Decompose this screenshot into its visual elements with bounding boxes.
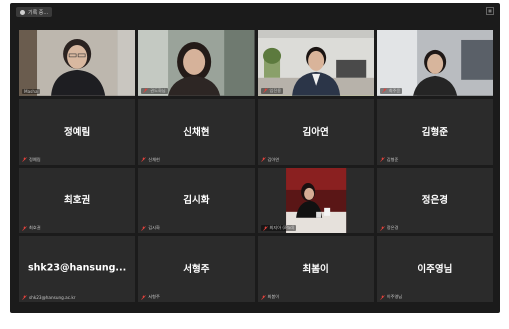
- video-feed-woman-cafe: [257, 167, 374, 234]
- microphone-muted-icon: [380, 226, 385, 231]
- participant-label: 권도화님: [141, 87, 168, 94]
- participant-grid: Masha 권도화님 임진용 최주윤 정예림 정예림 신채현 신채현 김아연 김…: [19, 30, 493, 302]
- video-feed-woman-office: [376, 30, 493, 96]
- participant-tile-p2[interactable]: 권도화님: [138, 30, 255, 96]
- recording-indicator[interactable]: 기록 중...: [16, 7, 53, 17]
- microphone-muted-icon: [260, 157, 266, 162]
- participant-label: 최봄이: [260, 294, 279, 300]
- video-feed-woman-long-hair: [138, 30, 255, 96]
- participant-name: 최봄이: [302, 264, 329, 276]
- participant-name: 김아연: [302, 126, 329, 138]
- participant-name: 최호권: [64, 195, 91, 207]
- microphone-muted-icon: [22, 226, 27, 231]
- participant-label: 정예림: [22, 157, 41, 163]
- participant-tile-p10[interactable]: 김시화 김시화: [138, 167, 255, 234]
- recording-label: 기록 중...: [28, 9, 49, 16]
- participant-name: 정예림: [64, 126, 91, 138]
- microphone-muted-icon: [262, 226, 268, 231]
- participant-tile-p8[interactable]: 김형준 김형준: [376, 98, 493, 165]
- participant-label: 김시화: [141, 225, 160, 231]
- participant-label: 최주윤: [379, 87, 403, 94]
- participant-label: 임진용: [260, 87, 284, 94]
- participant-tile-p5[interactable]: 정예림 정예림: [19, 98, 136, 165]
- participant-name: 신채현: [183, 126, 210, 138]
- participant-tile-p6[interactable]: 신채현 신채현: [138, 98, 255, 165]
- participant-label: 신채현: [141, 157, 160, 163]
- microphone-muted-icon: [22, 157, 27, 162]
- participant-name: 이주영님: [417, 264, 453, 276]
- meeting-window: 기록 중... Masha 권도화님 임진용 최주윤 정예림 정예림 신채현 신…: [10, 3, 500, 313]
- participant-tile-p3[interactable]: 임진용: [257, 30, 374, 96]
- microphone-muted-icon: [380, 157, 385, 162]
- participant-tile-p1[interactable]: Masha: [19, 30, 136, 96]
- microphone-muted-icon: [382, 88, 387, 93]
- participant-name: 김형준: [421, 126, 448, 138]
- participant-label: 서형주: [141, 294, 160, 300]
- participant-tile-p16[interactable]: 이주영님 이주영님: [376, 236, 493, 302]
- participant-tile-p13[interactable]: shk23@hansung... shk23@hansung.ac.kr: [19, 236, 136, 302]
- participant-tile-p7[interactable]: 김아연 김아연: [257, 98, 374, 165]
- participant-label: 정은경: [380, 225, 398, 231]
- participant-label: 최지아 (iPad): [260, 225, 297, 232]
- participant-tile-p12[interactable]: 정은경 정은경: [376, 167, 493, 234]
- microphone-muted-icon: [141, 294, 146, 300]
- participant-tile-p9[interactable]: 최호권 최호권: [19, 167, 136, 234]
- microphone-muted-icon: [380, 294, 385, 300]
- participant-tile-p14[interactable]: 서형주 서형주: [138, 236, 255, 302]
- microphone-muted-icon: [262, 88, 268, 93]
- recording-icon: [20, 9, 25, 15]
- video-feed-man-suit: [257, 30, 374, 96]
- view-options-icon[interactable]: [486, 7, 494, 15]
- microphone-muted-icon: [143, 88, 148, 93]
- microphone-muted-icon: [22, 295, 27, 300]
- participant-label: 최호권: [22, 225, 41, 231]
- video-feed-woman-glasses: [19, 30, 136, 96]
- participant-label: shk23@hansung.ac.kr: [22, 295, 75, 300]
- participant-label: 김형준: [380, 157, 398, 163]
- participant-label: 이주영님: [380, 294, 402, 300]
- participant-name: 서형주: [183, 264, 210, 276]
- participant-tile-p4[interactable]: 최주윤: [376, 30, 493, 96]
- microphone-muted-icon: [141, 226, 146, 231]
- microphone-muted-icon: [260, 294, 266, 300]
- microphone-muted-icon: [141, 157, 146, 162]
- participant-tile-p11[interactable]: 최지아 (iPad): [257, 167, 374, 234]
- participant-label: Masha: [22, 88, 40, 94]
- participant-tile-p15[interactable]: 최봄이 최봄이: [257, 236, 374, 302]
- participant-name: 김시화: [183, 195, 210, 207]
- participant-name: 정은경: [421, 195, 448, 207]
- participant-label: 김아연: [260, 157, 279, 163]
- participant-name: shk23@hansung...: [28, 262, 127, 274]
